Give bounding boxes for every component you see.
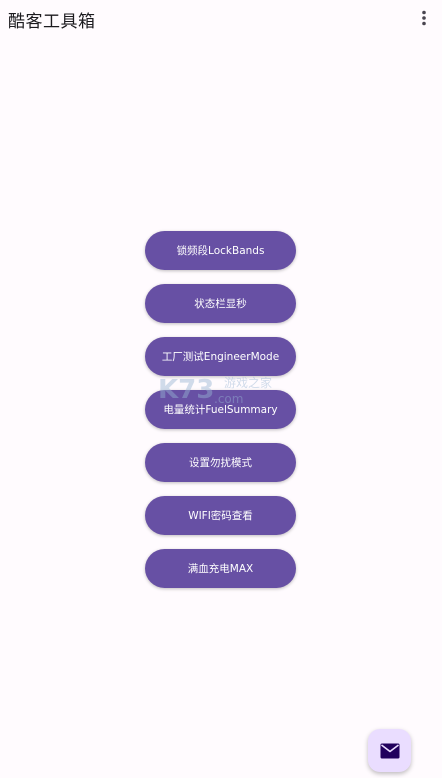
max-charge-button[interactable]: 满血充电MAX bbox=[145, 549, 296, 588]
do-not-disturb-button[interactable]: 设置勿扰模式 bbox=[145, 443, 296, 482]
lock-bands-button[interactable]: 锁频段LockBands bbox=[145, 231, 296, 270]
tool-button-list: 锁频段LockBands 状态栏显秒 工厂测试EngineerMode 电量统计… bbox=[145, 231, 296, 602]
wifi-password-button[interactable]: WIFI密码查看 bbox=[145, 496, 296, 535]
status-bar-seconds-button[interactable]: 状态栏显秒 bbox=[145, 284, 296, 323]
mail-fab[interactable] bbox=[368, 729, 411, 772]
app-screen: 酷客工具箱 锁频段LockBands 状态栏显秒 工厂测试EngineerMod… bbox=[0, 0, 442, 778]
more-vert-icon bbox=[422, 10, 426, 26]
top-app-bar: 酷客工具箱 bbox=[0, 0, 442, 40]
engineer-mode-button[interactable]: 工厂测试EngineerMode bbox=[145, 337, 296, 376]
mail-icon bbox=[380, 743, 399, 758]
overflow-menu-button[interactable] bbox=[412, 6, 436, 30]
fuel-summary-button[interactable]: 电量统计FuelSummary bbox=[145, 390, 296, 429]
app-title: 酷客工具箱 bbox=[8, 12, 96, 32]
